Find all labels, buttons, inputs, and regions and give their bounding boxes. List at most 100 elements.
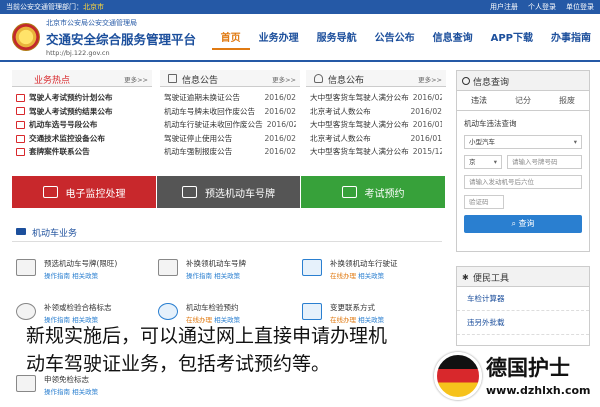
query-header: 信息查询: [457, 71, 589, 91]
truck-icon: [16, 228, 26, 235]
captcha-input[interactable]: 验证码: [464, 195, 504, 209]
calendar-icon: [341, 186, 357, 198]
watermark: 德国护士 www.dzhlxh.com: [428, 346, 600, 407]
list-item[interactable]: 驾驶证停止使用公告 2016/02: [164, 132, 296, 146]
service-online-link[interactable]: 在线办理: [330, 272, 356, 280]
document-icon: [16, 148, 25, 157]
service-item[interactable]: 补换领机动车行驶证 在线办理 相关政策: [302, 256, 442, 284]
id-card-icon: [302, 259, 322, 276]
top-links: 用户注册 个人登录 单位登录: [490, 0, 594, 14]
engine-number-input[interactable]: 请输入发动机号后六位: [464, 175, 582, 189]
plate-number-input[interactable]: 请输入号牌号码: [507, 155, 582, 169]
list-item[interactable]: 大中型客货车驾驶人满分公布 2016/01: [310, 118, 442, 132]
list-item[interactable]: 交通技术监控设备公布: [16, 132, 148, 146]
main-nav: 首页 业务办理 服务导航 公告公布 信息查询 APP下载 办事指南: [211, 28, 600, 50]
list-item[interactable]: 驾驶证逾期未换证公告 2016/02: [164, 91, 296, 105]
car-icon: [42, 186, 58, 198]
hot-topics-more-link[interactable]: 更多>>: [124, 74, 148, 84]
tools-title: 便民工具: [473, 274, 510, 284]
list-item[interactable]: 北京考试人数公布 2016/02: [310, 105, 442, 119]
personal-login-link[interactable]: 个人登录: [528, 0, 556, 14]
info-icon: [462, 77, 470, 85]
service-policy-link[interactable]: 相关政策: [358, 272, 384, 280]
notices-more-link[interactable]: 更多>>: [272, 74, 296, 84]
service-op-link[interactable]: 操作指南: [44, 272, 70, 280]
service-policy-link[interactable]: 相关政策: [72, 388, 98, 396]
document-icon: [16, 107, 25, 116]
license-plate-icon: [16, 259, 36, 276]
asterisk-icon: ✱: [462, 273, 469, 282]
publish-list: 大中型客货车驾驶人满分公布 2016/02 北京考试人数公布 2016/02 大中型…: [306, 87, 446, 159]
tools-header: ✱ 便民工具: [457, 267, 589, 287]
clipboard-icon: [168, 74, 177, 83]
plate-preselect-button[interactable]: 预选机动车号牌: [157, 176, 300, 208]
document-icon: [16, 134, 25, 143]
notices-list: 驾驶证逾期未换证公告 2016/02 机动车号牌未收回作废公告 2016/02 机动…: [160, 87, 300, 159]
publish-title: 信息公布: [328, 76, 365, 86]
hot-topics-list: 驾驶人考试预约计划公布 驾驶人考试预约结果公布 机动车选号号段公布 交通技术监控…: [12, 87, 152, 159]
query-tabs: 违法 记分 报废: [457, 91, 589, 111]
department-city[interactable]: 北京市: [83, 3, 104, 11]
tab-scrap[interactable]: 报废: [545, 91, 589, 110]
list-item[interactable]: 驾驶人考试预约计划公布: [16, 91, 148, 105]
list-item[interactable]: 机动车选号号段公布: [16, 118, 148, 132]
publish-more-link[interactable]: 更多>>: [418, 74, 442, 84]
brand[interactable]: 北京市公安局公安交通管理局 交通安全综合服务管理平台 http://bj.122…: [46, 18, 196, 57]
site-header: 北京市公安局公安交通管理局 交通安全综合服务管理平台 http://bj.122…: [0, 14, 600, 62]
org-name: 北京市公安局公安交通管理局: [46, 19, 137, 27]
list-item[interactable]: 机动车行驶证未收回作废公告 2016/02: [164, 118, 296, 132]
list-item[interactable]: 套牌案件联系公告: [16, 145, 148, 159]
plate-number-icon: [158, 259, 178, 276]
inspection-icon: [158, 303, 178, 320]
top-bar: 当前公安交通管理部门：北京市 用户注册 个人登录 单位登录: [0, 0, 600, 14]
bell-icon: [314, 74, 323, 83]
province-select[interactable]: 京: [464, 155, 502, 169]
nav-business[interactable]: 业务办理: [250, 28, 308, 50]
document-icon: [16, 93, 25, 102]
notices-header: 信息公告 更多>>: [160, 70, 300, 87]
list-item[interactable]: 大中型客货车驾驶人满分公布 2015/12: [310, 145, 442, 159]
query-form: 机动车违法查询 小型汽车 京 请输入号牌号码 请输入发动机号后六位 验证码 ⌕ …: [457, 111, 589, 237]
info-query-panel: 信息查询 违法 记分 报废 机动车违法查询 小型汽车 京 请输入号牌号码 请输入…: [456, 70, 590, 252]
company-login-link[interactable]: 单位登录: [566, 0, 594, 14]
list-item[interactable]: 驾驶人考试预约结果公布: [16, 105, 148, 119]
german-flag-icon: [434, 352, 482, 400]
hot-topics-header: 业务热点 更多>>: [12, 70, 152, 87]
current-department[interactable]: 当前公安交通管理部门：北京市: [6, 0, 104, 14]
service-policy-link[interactable]: 相关政策: [72, 272, 98, 280]
nav-announcements[interactable]: 公告公布: [366, 28, 424, 50]
nav-app-download[interactable]: APP下载: [482, 28, 542, 50]
watermark-name: 德国护士: [486, 356, 570, 380]
nav-home[interactable]: 首页: [211, 28, 250, 50]
service-item[interactable]: 补换领机动车号牌 操作指南 相关政策: [158, 256, 298, 284]
license-plate-icon: [182, 186, 197, 198]
notices-panel: 信息公告 更多>> 驾驶证逾期未换证公告 2016/02 机动车号牌未收回作废公告…: [160, 70, 300, 156]
list-item[interactable]: 北京考试人数公布 2016/01: [310, 132, 442, 146]
register-link[interactable]: 用户注册: [490, 0, 518, 14]
tool-item[interactable]: 车检计算器: [457, 287, 589, 311]
service-op-link[interactable]: 操作指南: [44, 388, 70, 396]
electronic-monitoring-button[interactable]: 电子监控处理: [12, 176, 156, 208]
nav-service-guide[interactable]: 服务导航: [308, 28, 366, 50]
list-item[interactable]: 机动车号牌未收回作废公告 2016/02: [164, 105, 296, 119]
exam-booking-button[interactable]: 考试预约: [301, 176, 445, 208]
list-item[interactable]: 大中型客货车驾驶人满分公布 2016/02: [310, 91, 442, 105]
site-title: 交通安全综合服务管理平台: [46, 32, 197, 47]
tab-points[interactable]: 记分: [501, 91, 545, 110]
query-button[interactable]: ⌕ 查询: [464, 215, 582, 233]
nav-info-query[interactable]: 信息查询: [424, 28, 482, 50]
service-policy-link[interactable]: 相关政策: [214, 272, 240, 280]
vehicle-type-select[interactable]: 小型汽车: [464, 135, 582, 149]
query-title: 信息查询: [473, 78, 510, 88]
publish-panel: 信息公布 更多>> 大中型客货车驾驶人满分公布 2016/02 北京考试人数公布 2…: [306, 70, 446, 156]
watermark-url: www.dzhlxh.com: [486, 384, 591, 397]
vehicle-business-section: 机动车业务: [12, 222, 442, 242]
publish-header: 信息公布 更多>>: [306, 70, 446, 87]
nav-guide[interactable]: 办事指南: [542, 28, 600, 50]
tab-violation[interactable]: 违法: [457, 91, 501, 110]
service-op-link[interactable]: 操作指南: [186, 272, 212, 280]
service-item[interactable]: 预选机动车号牌(限旺) 操作指南 相关政策: [16, 256, 156, 284]
list-item[interactable]: 机动车强制报废公告 2016/02: [164, 145, 296, 159]
hot-topics-title: 业务热点: [34, 76, 71, 86]
police-emblem-icon: [12, 23, 40, 51]
